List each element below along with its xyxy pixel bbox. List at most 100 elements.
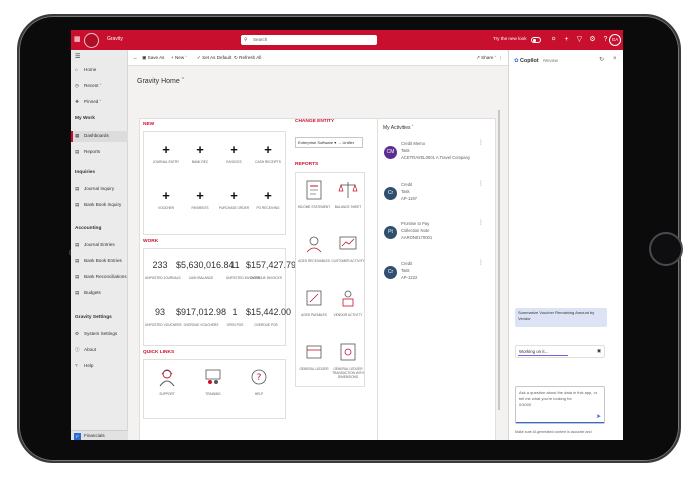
sidebar-item-system-settings[interactable]: ⚙ System Settings [75,329,117,339]
sidebar-item-budgets[interactable]: ▤ Budgets [75,288,101,298]
plus-icon: + [230,142,238,157]
refresh-icon[interactable]: ↻ [599,56,604,63]
hamburger-icon[interactable]: ☰ [75,52,80,62]
send-icon[interactable]: ➤ [596,414,601,420]
more-vertical-icon[interactable]: ⋮ [478,139,484,146]
new-purchase-order-tile[interactable]: + PURCHASE ORDER [218,189,250,225]
sidebar-item-bank-book-entries[interactable]: ▤ Bank Book Entries [75,256,122,266]
metric-cash-balance[interactable]: $5,630,016.84 CASH BALANCE [176,260,234,280]
sidebar-heading-gravity-settings: Gravity Settings [75,315,112,320]
info-icon: ⓘ [75,347,80,352]
plus-icon: + [171,55,174,60]
sidebar-item-recent[interactable]: ◷ Recent ˇ [75,81,101,91]
metric-unposted-journals[interactable]: 233 UNPOSTED JOURNALS [145,260,181,280]
activity-avatar: Pt [384,226,397,239]
new-po-receiving-tile[interactable]: + PO RECEIVING [252,189,284,225]
activity-item[interactable]: CM Credit Memo Task ACETRAVEL0001 A Trav… [382,137,486,173]
entity-selector[interactable]: Enterprise Software ▾ → Unifier [295,137,363,148]
page-title[interactable]: Gravity Home ˇ [137,78,184,85]
back-icon[interactable]: ← [133,55,138,60]
metric-unposted-vouchers[interactable]: 93 UNPOSTED VOUCHERS [145,307,182,327]
my-activities-title[interactable]: My Activities ˇ [383,125,414,131]
try-new-look-toggle[interactable] [531,37,541,43]
plus-icon[interactable]: + [560,36,573,43]
report-aged-payables[interactable]: AGED PAYABLES [297,286,331,317]
sidebar-item-journal-entries[interactable]: ▤ Journal Entries [75,240,115,250]
report-income-statement[interactable]: INCOME STATEMENT [297,178,331,209]
sidebar-item-reports[interactable]: ▤ Reports [75,147,100,157]
more-icon[interactable]: ⋮ [498,55,503,61]
search-input[interactable]: ⚲ Search [241,35,377,45]
lightbulb-icon[interactable]: ⚪ [547,35,560,43]
sidebar-item-help[interactable]: ? Help [75,361,93,371]
activity-item[interactable]: Pt Promise to Pay Collection Note AARON0… [382,217,486,253]
quick-link-help[interactable]: ? HELP [242,366,276,396]
report-customer-activity[interactable]: CUSTOMER ACTIVITY [331,232,365,263]
copilot-pane: ✿ Copilot PREVIEW ↻ × Summarize Voucher … [508,50,623,440]
quick-link-support[interactable]: SUPPORT [150,366,184,396]
gear-icon[interactable]: ⚙ [586,35,599,43]
new-voucher-tile[interactable]: + VOUCHER [150,189,182,225]
new-cash-receipts-tile[interactable]: + CASH RECEIPTS [252,143,284,179]
metric-overdue-invoices[interactable]: $157,427.79 OVERDUE INVOICES [246,260,296,280]
refresh-all-button[interactable]: ↻ Refresh All [234,55,261,61]
share-button[interactable]: ↗ Share ˇ [476,55,496,61]
new-bank-rec-tile[interactable]: + BANK REC [184,143,216,179]
main-area: Gravity Home ˇ NEW + JOURNAL ENTRY + BANK … [128,66,508,440]
sidebar: ☰ ⌂ Home ◷ Recent ˇ ❖ Pinned ˇ My Work ▦ Das… [71,50,128,440]
area-switcher[interactable]: F Financials [71,430,128,440]
stop-icon[interactable]: ▣ [597,348,601,354]
sidebar-item-about[interactable]: ⓘ About [75,345,96,355]
report-general-ledger[interactable]: GENERAL LEDGER [297,340,331,371]
save-as-button[interactable]: ▣ Save As [142,55,164,61]
more-vertical-icon[interactable]: ⋮ [478,259,484,266]
metric-overdue-vouchers[interactable]: $917,012.98 OVERDUE VOUCHERS [176,307,226,327]
sidebar-item-dashboards[interactable]: ▦ Dashboards [75,131,109,141]
copilot-suggestion-bubble: Summarize Voucher Remaining Amount by Ve… [515,308,607,327]
chevron-down-icon: ˇ [99,83,102,88]
filter-icon[interactable]: ▽ [573,35,586,43]
avatar[interactable]: GA [609,34,621,46]
income-statement-icon [306,180,322,200]
more-vertical-icon[interactable]: ⋮ [478,219,484,226]
new-invoices-tile[interactable]: + INVOICES [218,143,250,179]
report-gl-transaction-dimensions[interactable]: GENERAL LEDGER TRANSACTION WITH DIMENSIO… [331,340,365,379]
metric-unposted-invoices[interactable]: 11 UNPOSTED INVOICES [226,260,260,280]
quick-link-training[interactable]: TRAINING [196,366,230,396]
support-icon [159,369,175,387]
report-aged-receivables[interactable]: AGED RECEIVABLES [297,232,331,263]
dashboard-canvas: NEW + JOURNAL ENTRY + BANK REC + INVOICES +… [139,118,496,440]
metric-open-pos[interactable]: 1 OPEN POS [226,307,244,327]
ledger-icon [306,345,322,359]
sidebar-item-bank-book-inquiry[interactable]: ▤ Bank Book Inquiry [75,200,121,210]
close-icon[interactable]: × [613,56,617,62]
document-icon: ▤ [75,290,80,295]
sidebar-item-home[interactable]: ⌂ Home [75,65,96,75]
report-vendor-activity[interactable]: VENDOR ACTIVITY [331,286,365,317]
plus-icon: + [264,188,272,203]
app-name[interactable]: Gravity [107,36,123,42]
more-vertical-icon[interactable]: ⋮ [478,180,484,187]
new-payments-tile[interactable]: + PAYMENTS [184,189,216,225]
waffle-icon[interactable]: ▦ [74,36,81,43]
refresh-icon: ↻ [234,55,238,60]
new-button[interactable]: + New ˇ [171,55,187,60]
activity-item[interactable]: Cr Credit Task AP-1222 ⋮ [382,257,486,293]
plus-icon: + [264,142,272,157]
new-journal-entry-tile[interactable]: + JOURNAL ENTRY [150,143,182,179]
plus-icon: + [196,142,204,157]
copilot-logo-icon: ✿ [514,58,519,64]
activity-item[interactable]: Cr Credit Task AP-1197 ⋮ [382,178,486,214]
top-bar: ▦ Gravity ⚲ Search Try the new look ⚪ + ▽ ⚙… [71,30,623,50]
help-icon: ? [75,363,78,368]
copilot-chat-input[interactable]: Ask a question about the data in this ap… [515,386,605,424]
sidebar-item-bank-reconciliations[interactable]: ▤ Bank Reconciliations [75,272,127,282]
sidebar-item-journal-inquiry[interactable]: ▤ Journal Inquiry [75,184,114,194]
plus-icon: + [162,188,170,203]
my-activities-panel: My Activities ˇ CM Credit Memo Task ACET… [377,119,488,440]
report-balance-sheet[interactable]: BALANCE SHEET [331,178,365,209]
metric-overdue-pos[interactable]: $15,442.00 OVERDUE POS [246,307,291,327]
sidebar-item-pinned[interactable]: ❖ Pinned ˇ [75,97,101,107]
main-scrollbar[interactable] [498,110,500,410]
set-default-button[interactable]: ✓ Set As Default [197,55,231,61]
